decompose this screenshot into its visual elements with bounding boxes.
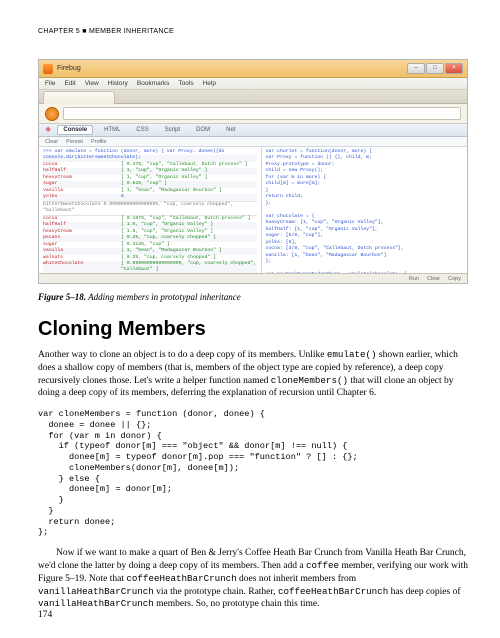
firebug-icon[interactable] <box>45 107 59 121</box>
code-coffee: coffee <box>306 560 339 571</box>
tab-net[interactable]: Net <box>221 126 240 134</box>
tab-css[interactable]: CSS <box>131 126 153 134</box>
code-chbc2: coffeeHeathBarCrunch <box>278 586 388 597</box>
header-separator: ■ <box>82 28 87 35</box>
window-titlebar: Firebug – □ × <box>39 60 467 78</box>
window-title: Firebug <box>57 65 403 72</box>
code-clonemembers: cloneMembers() <box>271 375 348 386</box>
console-tabs: 🞛 Console HTML CSS Script DOM Net <box>39 124 467 137</box>
minimize-button[interactable]: – <box>407 63 425 74</box>
mid-line: bitterSweetChocolate 0.99999999999999999… <box>43 201 257 216</box>
status-clear[interactable]: Clear <box>427 276 440 282</box>
chapter-header: CHAPTER 5 ■ MEMBER INHERITANCE <box>38 28 468 35</box>
subtab-persist[interactable]: Persist <box>66 139 83 145</box>
tab-script[interactable]: Script <box>160 126 185 134</box>
p2-f: members. So, no prototype chain this tim… <box>154 599 320 609</box>
figure-caption: Figure 5–18. Adding members in prototypa… <box>38 292 468 302</box>
chapter-prefix: CHAPTER 5 <box>38 28 80 35</box>
status-copy[interactable]: Copy <box>448 276 461 282</box>
figure-label: Figure 5–18. <box>38 292 86 302</box>
p1-a: Another way to clone an object is to do … <box>38 350 327 360</box>
menu-file[interactable]: File <box>45 80 55 87</box>
menu-view[interactable]: View <box>85 80 99 87</box>
maximize-button[interactable]: □ <box>426 63 444 74</box>
tab-html[interactable]: HTML <box>99 126 125 134</box>
paragraph-1: Another way to clone an object is to do … <box>38 349 468 400</box>
window-buttons: – □ × <box>407 63 463 74</box>
console-output-left: >>> var emulate = function (donor, more)… <box>39 147 262 273</box>
inspect-icon[interactable]: 🞛 <box>45 125 51 135</box>
subtab-clear[interactable]: Clear <box>45 139 58 145</box>
browser-tab-strip <box>39 90 467 104</box>
chapter-title: MEMBER INHERITANCE <box>89 28 174 35</box>
url-bar[interactable] <box>63 107 461 120</box>
code-chbc1: coffeeHeathBarCrunch <box>126 573 236 584</box>
p2-c: does not inherit members from <box>237 574 357 584</box>
p2-d: via the prototype chain. Rather, <box>154 587 278 597</box>
menu-help[interactable]: Help <box>203 80 216 87</box>
subtab-profile[interactable]: Profile <box>91 139 107 145</box>
section-heading: Cloning Members <box>38 318 468 341</box>
menu-edit[interactable]: Edit <box>64 80 75 87</box>
tab-dom[interactable]: DOM <box>191 126 215 134</box>
figure-text: Adding members in prototypal inheritance <box>88 292 241 302</box>
console-body: >>> var emulate = function (donor, more)… <box>39 147 467 273</box>
console-subtabs: Clear Persist Profile <box>39 137 467 147</box>
menu-history[interactable]: History <box>108 80 128 87</box>
paragraph-2: Now if we want to make a quart of Ben & … <box>38 547 468 611</box>
menu-bookmarks[interactable]: Bookmarks <box>137 80 170 87</box>
close-button[interactable]: × <box>445 63 463 74</box>
firefox-icon <box>43 64 53 74</box>
code-emulate: emulate() <box>327 349 377 360</box>
menu-bar: File Edit View History Bookmarks Tools H… <box>39 78 467 90</box>
status-bar: Run Clear Copy <box>39 273 467 283</box>
toolbar-row <box>39 104 467 124</box>
firebug-screenshot: Firebug – □ × File Edit View History Boo… <box>38 59 468 284</box>
tab-console[interactable]: Console <box>57 125 93 135</box>
page-number: 174 <box>38 610 52 620</box>
menu-tools[interactable]: Tools <box>178 80 193 87</box>
status-run[interactable]: Run <box>409 276 419 282</box>
console-input-right[interactable]: var churlet = function(donor, more) { va… <box>262 147 467 273</box>
code-vhbc1: vanillaHeathBarCrunch <box>38 586 154 597</box>
code-vhbc2: vanillaHeathBarCrunch <box>38 598 154 609</box>
output-row: whiteChocolate[ 0.99999999999999999, "cu… <box>43 261 257 273</box>
p2-e: has deep copies of <box>388 587 460 597</box>
code-block: var cloneMembers = function (donor, done… <box>38 409 468 538</box>
